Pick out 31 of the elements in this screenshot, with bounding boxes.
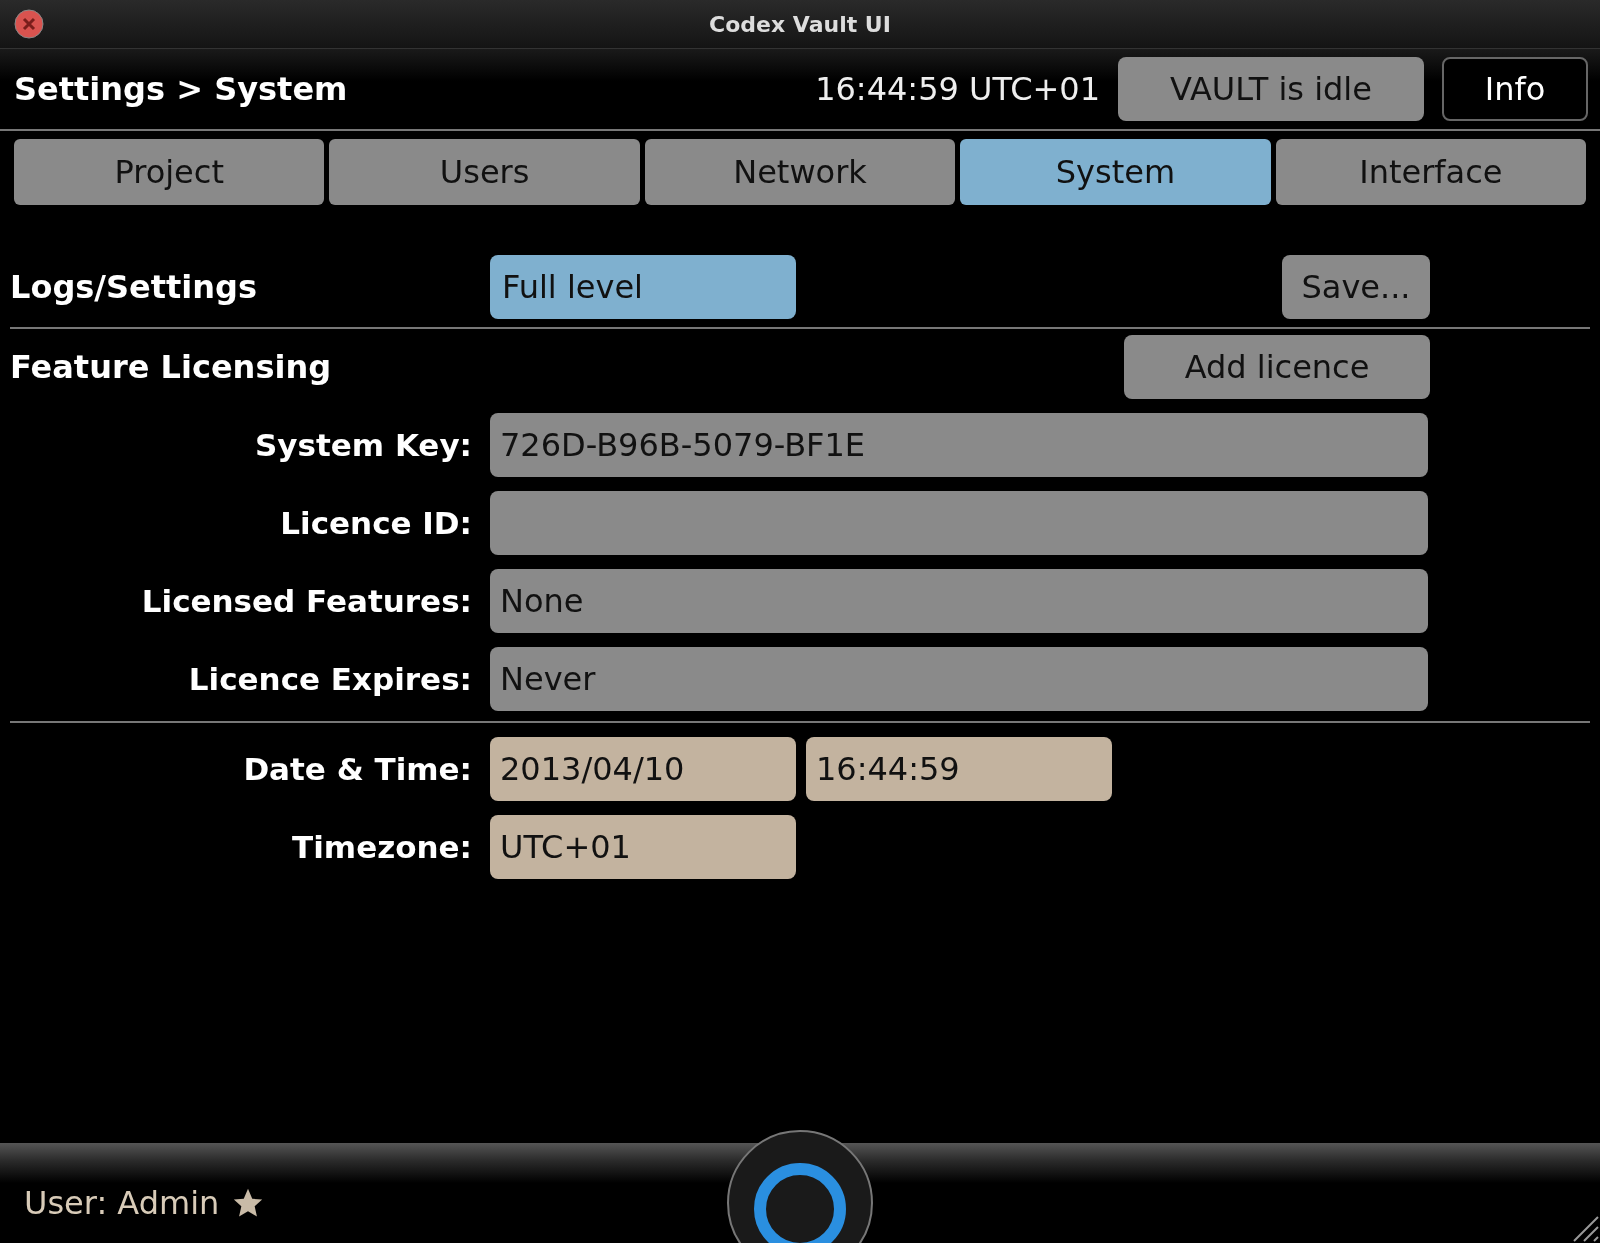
tab[interactable]: System (960, 139, 1271, 205)
field-label: Date & Time: (242, 751, 473, 787)
field-label: Licence ID: (279, 505, 473, 541)
field-label: Licence Expires: (187, 661, 473, 697)
section-title: Logs/Settings (10, 268, 259, 306)
clock-text: 16:44:59 UTC+01 (815, 70, 1100, 108)
close-icon[interactable] (14, 9, 44, 39)
user-label: User: Admin (24, 1184, 220, 1222)
ring-button-icon[interactable] (726, 1129, 874, 1243)
text-field[interactable]: 726D-B96B-5079-BF1E (490, 413, 1428, 477)
tab[interactable]: Users (329, 139, 640, 205)
status-indicator: VAULT is idle (1118, 57, 1424, 121)
field-label: Timezone: (291, 829, 473, 865)
window-title: Codex Vault UI (709, 11, 891, 37)
save-button[interactable]: Save... (1282, 255, 1430, 319)
text-field[interactable]: Never (490, 647, 1428, 711)
tab[interactable]: Project (14, 139, 325, 205)
input-field[interactable]: 16:44:59 (806, 737, 1112, 801)
info-button[interactable]: Info (1442, 57, 1588, 121)
section-title: Feature Licensing (10, 348, 333, 386)
add-licence-button[interactable]: Add licence (1124, 335, 1430, 399)
log-level-button[interactable]: Full level (490, 255, 796, 319)
breadcrumb: Settings > System (14, 70, 349, 108)
text-field[interactable]: None (490, 569, 1428, 633)
input-field[interactable]: 2013/04/10 (490, 737, 796, 801)
field-label: System Key: (253, 427, 473, 463)
input-field[interactable]: UTC+01 (490, 815, 796, 879)
field-label: Licensed Features: (140, 583, 473, 619)
text-field[interactable] (490, 491, 1428, 555)
tab[interactable]: Network (644, 139, 956, 205)
tab[interactable]: Interface (1275, 139, 1587, 205)
